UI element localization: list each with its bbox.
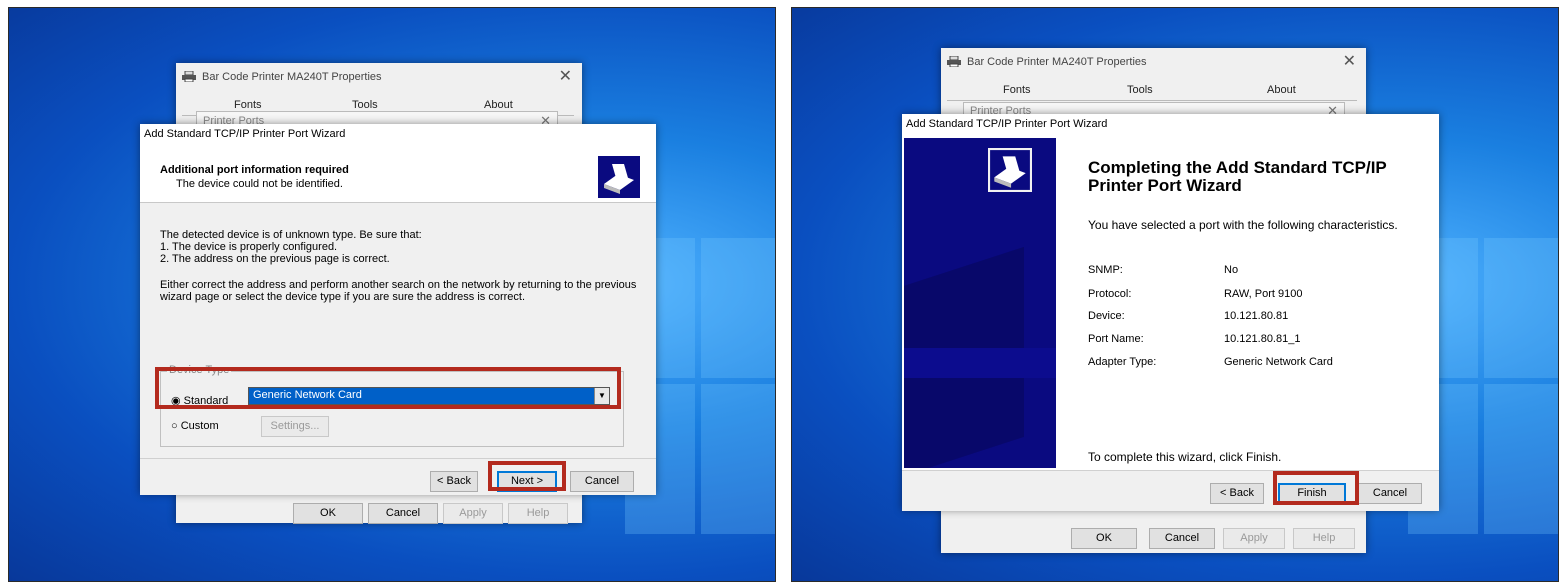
properties-title: Bar Code Printer MA240T Properties xyxy=(967,56,1147,68)
highlight-device-type xyxy=(155,367,621,409)
ok-button[interactable]: OK xyxy=(1071,528,1137,549)
highlight-next-button xyxy=(488,461,566,491)
tcpip-port-wizard-complete-dialog: Add Standard TCP/IP Printer Port Wizard … xyxy=(902,114,1439,511)
wizard-printer-icon xyxy=(988,148,1032,192)
cancel-button[interactable]: Cancel xyxy=(368,503,438,524)
completion-intro: You have selected a port with the follow… xyxy=(1088,218,1398,232)
detail-label: Protocol: xyxy=(1088,288,1132,300)
tab-tools[interactable]: Tools xyxy=(1127,84,1153,96)
port-details-list: SNMP: No Protocol: RAW, Port 9100 Device… xyxy=(1088,264,1418,384)
help-button[interactable]: Help xyxy=(508,503,568,524)
detail-value: No xyxy=(1224,264,1239,276)
wizard-title: Add Standard TCP/IP Printer Port Wizard xyxy=(144,128,346,140)
detail-label: SNMP: xyxy=(1088,264,1123,276)
back-button[interactable]: < Back xyxy=(1210,483,1264,504)
cancel-button[interactable]: Cancel xyxy=(1358,483,1422,504)
close-icon[interactable]: ✕ xyxy=(559,66,572,86)
cancel-button[interactable]: Cancel xyxy=(1149,528,1215,549)
tab-about[interactable]: About xyxy=(1267,84,1296,96)
header-subtitle: The device could not be identified. xyxy=(176,178,343,190)
radio-custom[interactable]: ○ Custom xyxy=(171,420,219,432)
left-screenshot-panel: Bar Code Printer MA240T Properties ✕ Fon… xyxy=(8,7,776,582)
body-line-3: 2. The address on the previous page is c… xyxy=(160,253,390,265)
wizard-header: Additional port information required The… xyxy=(140,144,656,203)
tab-fonts[interactable]: Fonts xyxy=(234,99,262,111)
wizard-body: The detected device is of unknown type. … xyxy=(140,203,656,458)
detail-value: Generic Network Card xyxy=(1224,356,1333,368)
body-line-2: 1. The device is properly configured. xyxy=(160,241,338,253)
help-button[interactable]: Help xyxy=(1293,528,1355,549)
highlight-finish-button xyxy=(1273,471,1359,505)
header-title: Additional port information required xyxy=(160,164,349,176)
wizard-side-banner xyxy=(904,138,1056,468)
apply-button[interactable]: Apply xyxy=(443,503,503,524)
tab-strip: Fonts Tools About xyxy=(947,80,1357,101)
completion-heading-line-1: Completing the Add Standard TCP/IP xyxy=(1088,158,1387,177)
detail-value: RAW, Port 9100 xyxy=(1224,288,1303,300)
detail-value: 10.121.80.81_1 xyxy=(1224,333,1301,345)
right-screenshot-panel: Bar Code Printer MA240T Properties ✕ Fon… xyxy=(791,7,1559,582)
settings-button[interactable]: Settings... xyxy=(261,416,329,437)
back-button[interactable]: < Back xyxy=(430,471,478,492)
body-line-1: The detected device is of unknown type. … xyxy=(160,229,422,241)
finish-hint: To complete this wizard, click Finish. xyxy=(1088,450,1282,464)
custom-label: Custom xyxy=(180,420,219,432)
wizard-button-bar: < Back Next > Cancel xyxy=(140,458,656,495)
body-para2-line-1: Either correct the address and perform a… xyxy=(160,279,637,291)
properties-title: Bar Code Printer MA240T Properties xyxy=(202,71,382,83)
tab-tools[interactable]: Tools xyxy=(352,99,378,111)
detail-label: Port Name: xyxy=(1088,333,1144,345)
body-para2-line-2: wizard page or select the device type if… xyxy=(160,291,526,303)
detail-value: 10.121.80.81 xyxy=(1224,310,1289,322)
tab-about[interactable]: About xyxy=(484,99,513,111)
tab-fonts[interactable]: Fonts xyxy=(1003,84,1031,96)
printer-icon xyxy=(182,71,196,82)
wizard-title: Add Standard TCP/IP Printer Port Wizard xyxy=(906,118,1108,130)
detail-label: Device: xyxy=(1088,310,1125,322)
tcpip-port-wizard-dialog: Add Standard TCP/IP Printer Port Wizard … xyxy=(140,124,656,495)
detail-label: Adapter Type: xyxy=(1088,356,1157,368)
close-icon[interactable]: ✕ xyxy=(1343,51,1356,71)
cancel-button[interactable]: Cancel xyxy=(570,471,634,492)
printer-icon xyxy=(947,56,961,67)
completion-heading-line-2: Printer Port Wizard xyxy=(1088,176,1242,195)
wizard-printer-icon xyxy=(598,156,640,198)
ok-button[interactable]: OK xyxy=(293,503,363,524)
apply-button[interactable]: Apply xyxy=(1223,528,1285,549)
